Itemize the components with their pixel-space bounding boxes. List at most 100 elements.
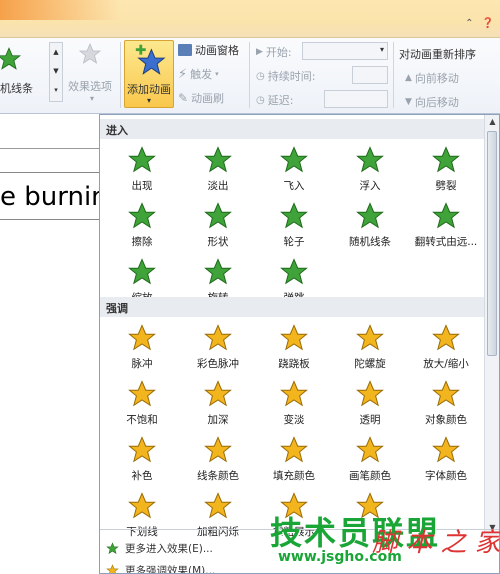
move-earlier-button[interactable]: ▲ 向前移动 [405, 70, 459, 86]
help-icon[interactable]: ❓ [482, 18, 494, 29]
star-grow-turn-icon [432, 202, 460, 229]
effect-label: 加粗闪烁 [197, 526, 239, 538]
duration-spinner[interactable] [352, 66, 388, 84]
effect-label: 翻转式由远... [414, 236, 478, 248]
star-object-color-icon [432, 380, 460, 407]
star-color-pulse-icon [204, 324, 232, 351]
effect-star-icon [78, 42, 102, 64]
start-combo[interactable]: ▾ [302, 42, 388, 60]
gallery-effect-item[interactable]: 不饱和 [104, 375, 180, 429]
gallery-effect-item[interactable]: 随机线条 [332, 197, 408, 251]
star-wheel-icon [280, 202, 308, 229]
title-bar-decoration [0, 0, 120, 20]
gallery-effect-item[interactable]: 加深 [180, 375, 256, 429]
effect-label: 飞入 [283, 180, 305, 192]
gallery-effect-item[interactable]: 跷跷板 [256, 319, 332, 373]
effect-label: 形状 [207, 236, 229, 248]
delay-row: ◷ 延迟: [256, 92, 293, 108]
gallery-effect-item[interactable]: 陀螺旋 [332, 319, 408, 373]
more-entrance-label: 更多进入效果(E)... [125, 543, 213, 555]
move-later-button[interactable]: ▼ 向后移动 [405, 94, 459, 110]
gallery-effect-item[interactable]: 翻转式由远... [408, 197, 484, 251]
effect-options-label: 效果选项 [68, 80, 112, 93]
star-bold-flash-icon [204, 492, 232, 519]
effect-label: 脉冲 [131, 358, 153, 370]
gallery-effect-item[interactable]: 补色 [104, 431, 180, 485]
gallery-effect-item[interactable]: 变淡 [256, 375, 332, 429]
emphasis-section-header: 强调 [100, 297, 484, 317]
effect-label: 下划线 [126, 526, 158, 538]
title-bar: ⌃ ❓ [0, 0, 500, 38]
gallery-effect-item[interactable]: 放大/缩小 [408, 319, 484, 373]
effect-label: 淡出 [207, 180, 229, 192]
effect-label: 劈裂 [435, 180, 457, 192]
gallery-effect-item[interactable]: 脉冲 [104, 319, 180, 373]
gallery-scrollbar[interactable]: ▲ ▼ [484, 115, 499, 535]
star-fill-color-icon [280, 436, 308, 463]
effect-label: 放大/缩小 [423, 358, 469, 370]
gallery-effect-item[interactable]: 画笔颜色 [332, 431, 408, 485]
delay-spinner[interactable] [324, 90, 388, 108]
gallery-effect-item[interactable]: 劈裂 [408, 141, 484, 195]
emphasis-star-icon [106, 564, 119, 573]
add-animation-label: 添加动画 [127, 83, 171, 96]
separator [249, 42, 250, 108]
collapse-ribbon-icon[interactable]: ⌃ [465, 18, 473, 29]
slide-canvas[interactable]: e burnin [0, 114, 108, 574]
trigger-button[interactable]: ⚡ 触发 ▾ [178, 66, 219, 82]
star-zoom-icon [128, 258, 156, 285]
move-earlier-icon: ▲ [405, 73, 412, 83]
scroll-up-icon[interactable]: ▲ [485, 115, 499, 129]
gallery-effect-item[interactable]: 擦除 [104, 197, 180, 251]
gallery-effect-item[interactable]: 出现 [104, 141, 180, 195]
gallery-effect-item[interactable]: 对象颜色 [408, 375, 484, 429]
animation-painter-icon: ✎ [178, 91, 189, 105]
window-controls: ⌃ ❓ [465, 18, 494, 29]
star-random-bars-icon [0, 47, 22, 70]
gallery-effect-item[interactable]: 填充颜色 [256, 431, 332, 485]
clock-icon: ◷ [256, 70, 265, 82]
effect-options-button[interactable] [78, 42, 102, 66]
anim-gallery-current[interactable] [0, 46, 22, 72]
gallery-effect-item[interactable]: 线条颜色 [180, 431, 256, 485]
gallery-scroller[interactable]: ▲ ▼ ▾ [49, 42, 63, 102]
entrance-grid: 出现淡出飞入浮入劈裂擦除形状轮子随机线条翻转式由远...缩放旋转弹跳 [104, 141, 484, 307]
trigger-arrow-icon: ▾ [215, 70, 219, 78]
gallery-effect-item[interactable]: 飞入 [256, 141, 332, 195]
gallery-effect-item[interactable]: 加粗闪烁 [180, 487, 256, 541]
watermark-url: www.jsgho.com [278, 549, 402, 565]
gallery-effect-item[interactable]: 下划线 [104, 487, 180, 541]
animations-ribbon: 机线条 ▲ ▼ ▾ 效果选项 ▾ 添加动画 ▾ 动画窗格 ⚡ 触发 ▾ ✎ 动画刷 … [0, 38, 500, 114]
trigger-label: 触发 [190, 68, 213, 81]
star-pulse-icon [128, 324, 156, 351]
move-later-label: 向后移动 [414, 96, 459, 109]
scroll-thumb[interactable] [487, 131, 497, 356]
animation-painter-label: 动画刷 [191, 92, 225, 105]
star-line-color-icon [204, 436, 232, 463]
animation-painter-button[interactable]: ✎ 动画刷 [178, 90, 224, 106]
add-animation-button[interactable]: 添加动画 ▾ [124, 40, 174, 108]
gallery-effect-item[interactable]: 浮入 [332, 141, 408, 195]
effect-label: 变淡 [283, 414, 305, 426]
animation-gallery-dropdown: 进入 出现淡出飞入浮入劈裂擦除形状轮子随机线条翻转式由远...缩放旋转弹跳 强调… [99, 114, 500, 574]
star-grow-shrink-icon [432, 324, 460, 351]
gallery-effect-item[interactable]: 淡出 [180, 141, 256, 195]
gallery-effect-item[interactable]: 字体颜色 [408, 431, 484, 485]
slide-top-border [0, 148, 100, 149]
effect-label: 轮子 [283, 236, 305, 248]
gallery-effect-item[interactable]: 形状 [180, 197, 256, 251]
star-underline-icon [128, 492, 156, 519]
star-lighten-icon [280, 380, 308, 407]
slide-text: e burnin [0, 182, 108, 212]
gallery-effect-item[interactable]: 轮子 [256, 197, 332, 251]
effect-label: 加深 [207, 414, 229, 426]
star-shape-icon [204, 202, 232, 229]
animation-pane-button[interactable]: 动画窗格 [178, 42, 239, 58]
star-darken-icon [204, 380, 232, 407]
effect-label: 对象颜色 [425, 414, 467, 426]
gallery-effect-item[interactable]: 透明 [332, 375, 408, 429]
add-animation-icon [135, 44, 166, 75]
gallery-effect-item[interactable]: 彩色脉冲 [180, 319, 256, 373]
delay-clock-icon: ◷ [256, 94, 265, 106]
effect-label: 补色 [131, 470, 153, 482]
